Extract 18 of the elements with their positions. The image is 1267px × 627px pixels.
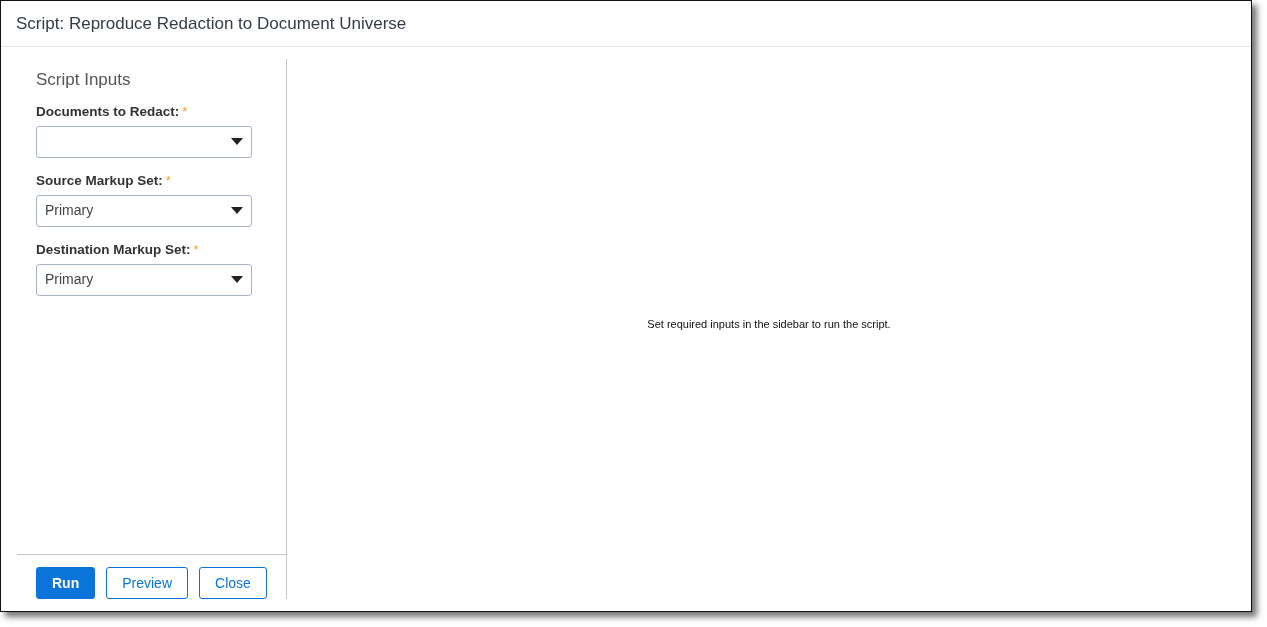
field-label: Documents to Redact: <box>36 103 180 119</box>
dropdown-field[interactable]: Primary <box>36 263 252 296</box>
action-button[interactable]: Close <box>199 567 267 599</box>
required-mark: * <box>193 241 199 257</box>
required-mark: * <box>182 103 188 119</box>
field-label: Source Markup Set: <box>36 172 163 188</box>
field-label: Destination Markup Set: <box>36 241 191 257</box>
info-message: Set required inputs in the sidebar to run the script. <box>647 316 891 332</box>
dropdown-field[interactable] <box>36 125 252 158</box>
sidebar-heading: Script Inputs <box>36 69 132 91</box>
dropdown-field[interactable]: Primary <box>36 194 252 227</box>
run-button[interactable]: Run <box>36 567 96 599</box>
caret-icon <box>231 207 243 214</box>
window-title: Script: Reproduce Redaction to Document Universe <box>16 12 407 35</box>
required-mark: * <box>165 172 171 188</box>
caret-icon <box>231 138 243 145</box>
action-button[interactable]: Preview <box>106 567 188 599</box>
caret-icon <box>231 276 243 283</box>
